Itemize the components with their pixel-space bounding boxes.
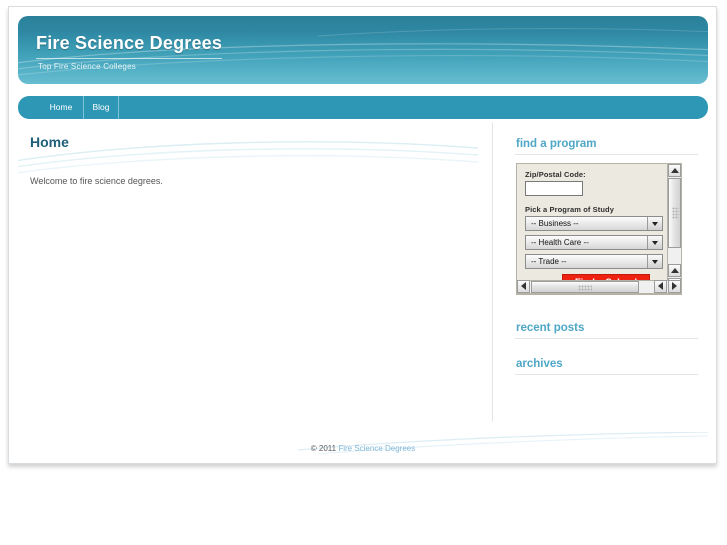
scroll-grip-icon	[578, 285, 592, 291]
zip-code-input[interactable]	[525, 181, 583, 196]
nav-item-blog[interactable]: Blog	[83, 96, 119, 119]
page-container: Fire Science Degrees Top Fire Science Co…	[8, 6, 717, 464]
find-program-underline	[515, 154, 698, 155]
scroll-up-icon[interactable]	[668, 164, 681, 177]
chevron-down-icon	[647, 236, 662, 249]
archives-underline	[515, 374, 698, 375]
select-business[interactable]: -- Business --	[525, 216, 663, 231]
site-footer: © 2011 Fire Science Degrees	[18, 432, 708, 462]
scroll-left-icon[interactable]	[517, 280, 530, 293]
zip-code-label: Zip/Postal Code:	[525, 170, 586, 179]
copyright-text: © 2011 Fire Science Degrees	[18, 444, 708, 453]
content-sidebar-divider	[492, 122, 493, 422]
select-trade[interactable]: -- Trade --	[525, 254, 663, 269]
nav-item-home[interactable]: Home	[40, 96, 82, 119]
recent-posts-underline	[515, 338, 698, 339]
program-of-study-label: Pick a Program of Study	[525, 205, 614, 214]
site-tagline: Top Fire Science Colleges	[38, 62, 136, 71]
page-body-text: Welcome to fire science degrees.	[30, 176, 163, 186]
sidebar-section-find-program: find a program Zip/Postal Code: Pick a P…	[513, 138, 699, 295]
main-navigation: Home Blog	[18, 96, 708, 119]
scroll-grip-icon	[672, 207, 679, 219]
scroll-up-icon-bottom[interactable]	[668, 264, 681, 277]
select-trade-value: -- Trade --	[531, 257, 567, 266]
select-business-value: -- Business --	[531, 219, 579, 228]
find-program-heading: find a program	[516, 138, 597, 150]
find-program-widget: Zip/Postal Code: Pick a Program of Study…	[516, 163, 682, 295]
scroll-left-icon-end[interactable]	[654, 280, 667, 293]
select-health-care[interactable]: -- Health Care --	[525, 235, 663, 250]
site-title: Fire Science Degrees	[36, 33, 223, 53]
chevron-down-icon	[647, 217, 662, 230]
widget-horizontal-scrollbar[interactable]	[516, 280, 682, 294]
archives-heading: archives	[516, 358, 563, 370]
header-divider	[36, 58, 222, 59]
copyright-prefix: © 2011	[310, 444, 339, 453]
content-area: Home Welcome to fire science degrees. fi…	[18, 122, 708, 432]
sidebar-section-recent-posts: recent posts	[513, 322, 699, 339]
page-title: Home	[30, 134, 69, 150]
scroll-right-icon[interactable]	[668, 280, 681, 293]
site-header: Fire Science Degrees Top Fire Science Co…	[18, 16, 708, 84]
widget-vertical-scrollbar[interactable]	[667, 164, 681, 294]
copyright-brand: Fire Science Degrees	[338, 444, 416, 453]
sidebar-section-archives: archives	[513, 358, 699, 375]
horizontal-scroll-thumb[interactable]	[531, 281, 639, 293]
vertical-scroll-thumb[interactable]	[668, 178, 681, 248]
select-health-care-value: -- Health Care --	[531, 238, 589, 247]
chevron-down-icon	[647, 255, 662, 268]
recent-posts-heading: recent posts	[516, 322, 585, 334]
